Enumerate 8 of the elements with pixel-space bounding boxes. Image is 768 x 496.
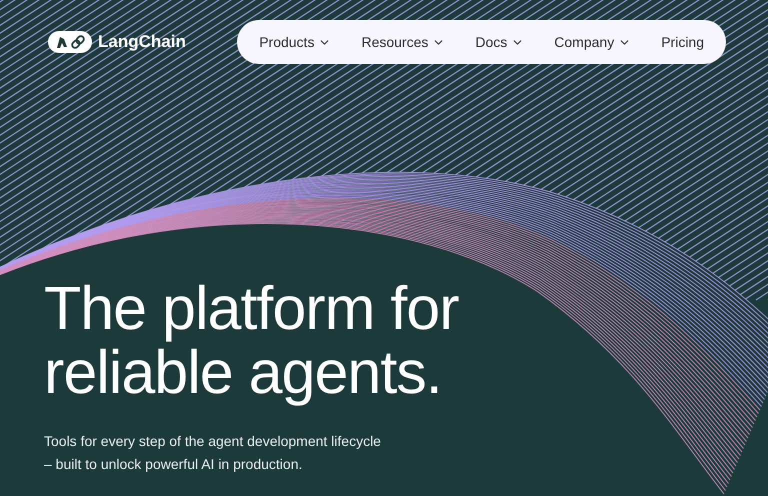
nav-link[interactable]: Resources bbox=[361, 32, 446, 52]
hero-subtitle: Tools for every step of the agent development lifecycle – built to unlock powerful AI in production. bbox=[44, 432, 382, 474]
nav-link[interactable]: Pricing bbox=[661, 32, 704, 52]
hero-headline: The platform for reliable agents. bbox=[44, 276, 460, 404]
logo-icon bbox=[48, 31, 92, 53]
nav-link[interactable]: Docs bbox=[475, 32, 524, 52]
nav-link[interactable]: Products bbox=[259, 32, 332, 52]
nav-link[interactable]: Company bbox=[554, 32, 632, 52]
